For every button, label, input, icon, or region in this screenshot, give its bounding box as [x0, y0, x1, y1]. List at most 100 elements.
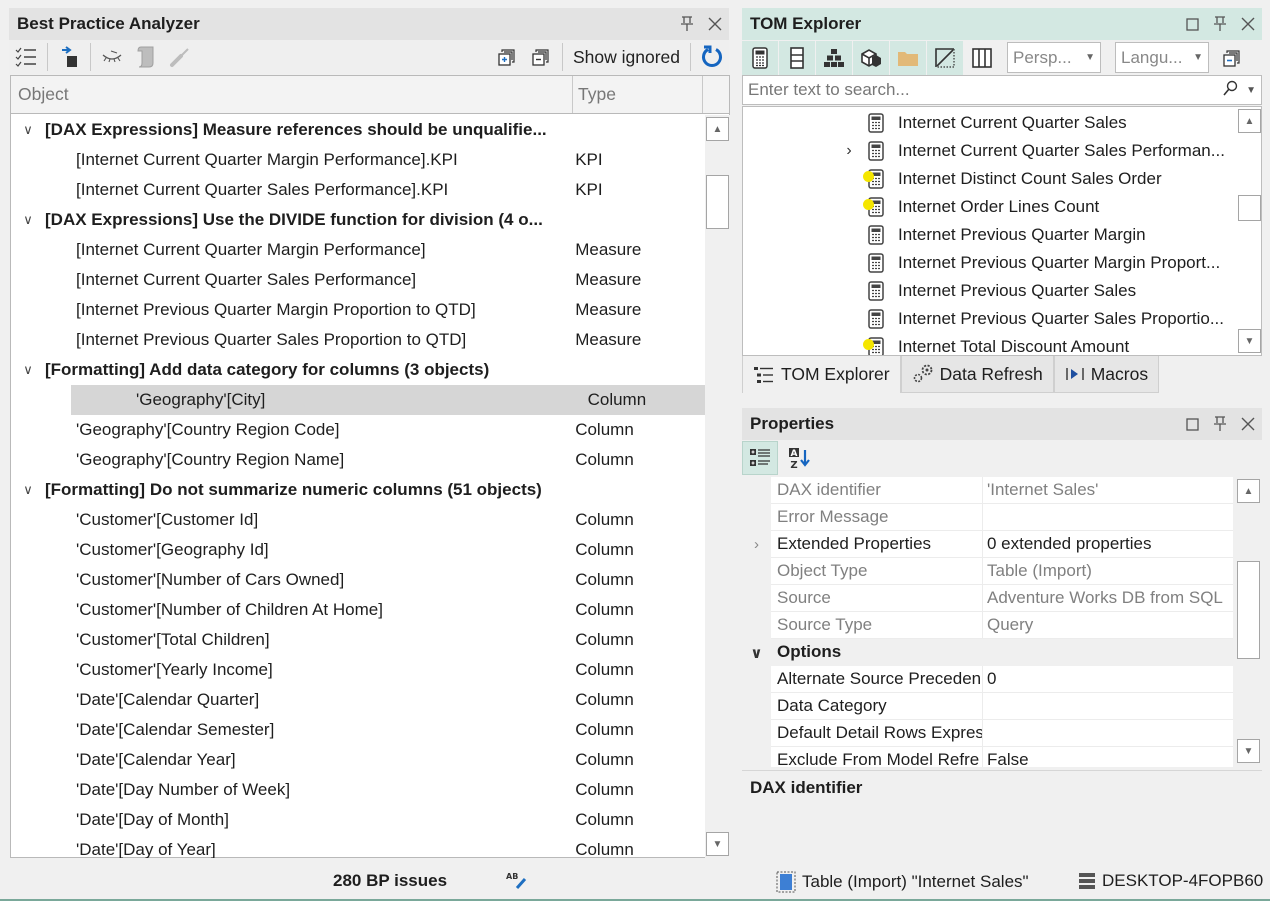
property-value[interactable]: 0	[983, 666, 1233, 693]
pin-icon[interactable]	[673, 10, 701, 38]
close-icon[interactable]	[701, 10, 729, 38]
property-value[interactable]: False	[983, 747, 1233, 767]
property-category[interactable]: ∨ Options	[742, 639, 1236, 666]
bpa-rule-group[interactable]: ∨ [Formatting] Do not summarize numeric c…	[11, 475, 705, 505]
chevron-right-icon[interactable]: ›	[742, 531, 771, 558]
bpa-object-row[interactable]: 'Customer'[Geography Id] Column	[11, 535, 705, 565]
bpa-rule-group[interactable]: ∨ [Formatting] Add data category for colu…	[11, 355, 705, 385]
bpa-object-row[interactable]: 'Date'[Day of Year] Column	[11, 835, 705, 858]
tom-tree-item[interactable]: Internet Previous Quarter Margin	[743, 221, 1237, 249]
show-ignored-button[interactable]: Show ignored	[567, 42, 686, 72]
property-row[interactable]: Error Message	[742, 504, 1236, 531]
property-value[interactable]	[983, 693, 1233, 720]
refresh-icon[interactable]	[695, 42, 729, 72]
tom-tree-item[interactable]: Internet Order Lines Count	[743, 193, 1237, 221]
close-icon[interactable]	[1234, 410, 1262, 438]
maximize-icon[interactable]	[1178, 410, 1206, 438]
checklist-icon[interactable]	[9, 42, 43, 72]
column-header-object[interactable]: Object	[11, 76, 573, 113]
collapse-all-icon[interactable]	[1215, 43, 1249, 73]
bpa-object-row[interactable]: 'Geography'[Country Region Name] Column	[11, 445, 705, 475]
expand-all-icon[interactable]	[490, 42, 524, 72]
tab-macros[interactable]: Macros	[1053, 356, 1160, 393]
tom-tree-item[interactable]: Internet Previous Quarter Margin Proport…	[743, 249, 1237, 277]
bpa-rule-group[interactable]: ∨ [DAX Expressions] Measure references sh…	[11, 115, 705, 145]
property-row[interactable]: Data Category	[742, 693, 1236, 720]
bpa-object-row[interactable]: [Internet Current Quarter Margin Perform…	[11, 235, 705, 265]
property-row[interactable]: Object Type Table (Import)	[742, 558, 1236, 585]
scroll-thumb[interactable]	[1238, 195, 1261, 221]
display-folders-icon[interactable]	[890, 40, 927, 75]
bpa-object-row[interactable]: 'Date'[Calendar Quarter] Column	[11, 685, 705, 715]
spellcheck-icon[interactable]: AB	[505, 870, 529, 890]
bpa-scrollbar[interactable]: ▲ ▼	[705, 115, 731, 858]
bpa-object-row[interactable]: [Internet Previous Quarter Sales Proport…	[11, 325, 705, 355]
column-header-type[interactable]: Type	[573, 76, 703, 113]
tom-tree-item[interactable]: Internet Previous Quarter Sales Proporti…	[743, 305, 1237, 333]
bpa-object-row[interactable]: 'Geography'[Country Region Code] Column	[11, 415, 705, 445]
chevron-right-icon[interactable]: ›	[838, 142, 860, 160]
tom-tree-item[interactable]: Internet Current Quarter Sales	[743, 109, 1237, 137]
scroll-down-arrow[interactable]: ▼	[1238, 329, 1261, 353]
tom-tree-item[interactable]: Internet Distinct Count Sales Order	[743, 165, 1237, 193]
property-value[interactable]: 0 extended properties	[983, 531, 1233, 558]
collapse-all-icon[interactable]	[524, 42, 558, 72]
goto-object-icon[interactable]	[52, 42, 86, 72]
show-hidden-icon[interactable]	[927, 40, 964, 75]
scroll-thumb[interactable]	[1237, 561, 1260, 659]
pin-icon[interactable]	[1206, 410, 1234, 438]
property-value[interactable]	[983, 720, 1233, 747]
bpa-object-row[interactable]: [Internet Current Quarter Sales Performa…	[11, 175, 705, 205]
perspective-dropdown[interactable]: Persp... ▼	[1007, 42, 1101, 73]
bpa-object-row[interactable]: 'Geography'[City] Column	[11, 385, 705, 415]
bpa-object-row[interactable]: 'Date'[Day Number of Week] Column	[11, 775, 705, 805]
chevron-down-icon[interactable]: ∨	[11, 122, 45, 138]
tom-search-box[interactable]: ▼	[742, 75, 1262, 105]
property-grid-scrollbar[interactable]: ▲ ▼	[1236, 477, 1262, 767]
bpa-object-row[interactable]: 'Date'[Day of Month] Column	[11, 805, 705, 835]
chevron-down-icon[interactable]: ∨	[11, 362, 45, 378]
pin-icon[interactable]	[1206, 10, 1234, 38]
bpa-object-row[interactable]: 'Customer'[Number of Children At Home] Co…	[11, 595, 705, 625]
tom-tree-item[interactable]: Internet Previous Quarter Sales	[743, 277, 1237, 305]
bpa-object-row[interactable]: [Internet Current Quarter Sales Performa…	[11, 265, 705, 295]
show-all-columns-icon[interactable]	[964, 40, 1001, 75]
bpa-object-row[interactable]: 'Customer'[Number of Cars Owned] Column	[11, 565, 705, 595]
chevron-down-icon[interactable]: ∨	[11, 482, 45, 498]
categorized-view-icon[interactable]	[742, 441, 778, 475]
alphabetical-sort-icon[interactable]: AZ	[782, 441, 818, 475]
scroll-down-arrow[interactable]: ▼	[1237, 739, 1260, 763]
show-partitions-icon[interactable]	[853, 40, 890, 75]
close-icon[interactable]	[1234, 10, 1262, 38]
fix-screwdriver-icon[interactable]	[163, 42, 197, 72]
scroll-up-arrow[interactable]: ▲	[1238, 109, 1261, 133]
tab-tom-explorer[interactable]: TOM Explorer	[742, 356, 901, 393]
tab-data-refresh[interactable]: Data Refresh	[900, 356, 1054, 393]
property-row[interactable]: DAX identifier 'Internet Sales'	[742, 477, 1236, 504]
bpa-object-row[interactable]: 'Customer'[Customer Id] Column	[11, 505, 705, 535]
property-row[interactable]: Source Adventure Works DB from SQL	[742, 585, 1236, 612]
property-row[interactable]: Alternate Source Preceden 0	[742, 666, 1236, 693]
maximize-icon[interactable]	[1178, 10, 1206, 38]
bpa-object-row[interactable]: 'Customer'[Total Children] Column	[11, 625, 705, 655]
search-icon[interactable]	[1222, 80, 1238, 101]
ignore-eye-icon[interactable]	[95, 42, 129, 72]
property-row[interactable]: Default Detail Rows Expres	[742, 720, 1236, 747]
scroll-up-arrow[interactable]: ▲	[706, 117, 729, 141]
search-options-chevron-icon[interactable]: ▼	[1246, 85, 1256, 96]
property-row[interactable]: Exclude From Model Refre False	[742, 747, 1236, 767]
tom-tree-item[interactable]: Internet Total Discount Amount	[743, 333, 1237, 355]
bpa-object-row[interactable]: 'Customer'[Yearly Income] Column	[11, 655, 705, 685]
tom-tree-scrollbar[interactable]: ▲ ▼	[1237, 107, 1261, 355]
bp-issues-count[interactable]: 280 BP issues	[333, 871, 447, 891]
script-icon[interactable]	[129, 42, 163, 72]
property-row[interactable]: › Extended Properties 0 extended propertie…	[742, 531, 1236, 558]
scroll-thumb[interactable]	[706, 175, 729, 229]
tom-tree-item[interactable]: › Internet Current Quarter Sales Performa…	[743, 137, 1237, 165]
chevron-down-icon[interactable]: ∨	[11, 212, 45, 228]
show-columns-icon[interactable]	[779, 40, 816, 75]
scroll-down-arrow[interactable]: ▼	[706, 832, 729, 856]
language-dropdown[interactable]: Langu... ▼	[1115, 42, 1209, 73]
bpa-object-row[interactable]: 'Date'[Calendar Year] Column	[11, 745, 705, 775]
bpa-object-row[interactable]: [Internet Previous Quarter Margin Propor…	[11, 295, 705, 325]
